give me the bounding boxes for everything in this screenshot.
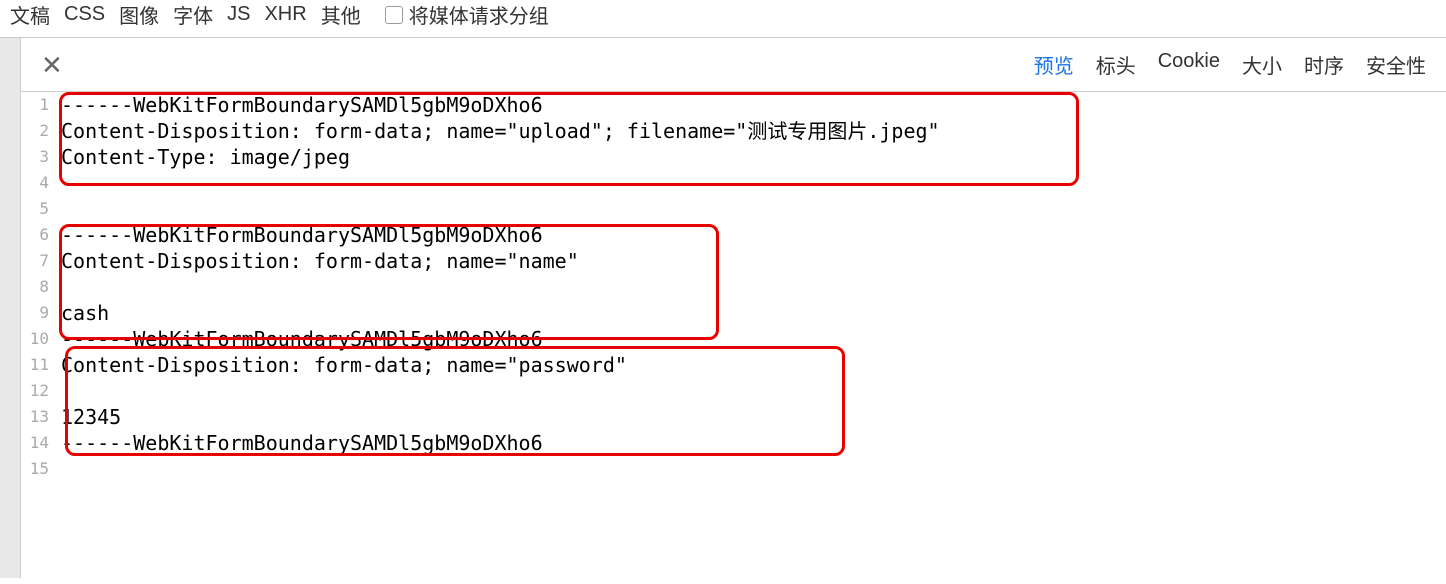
code-line: 3Content-Type: image/jpeg: [21, 144, 1446, 170]
filter-images[interactable]: 图像: [119, 0, 159, 29]
line-content: ------WebKitFormBoundarySAMDl5gbM9oDXho6: [61, 222, 1446, 248]
line-content: [61, 196, 1446, 222]
line-number: 14: [21, 430, 61, 456]
line-content: 12345: [61, 404, 1446, 430]
line-content: ------WebKitFormBoundarySAMDl5gbM9oDXho6: [61, 430, 1446, 456]
line-content: Content-Type: image/jpeg: [61, 144, 1446, 170]
line-number: 2: [21, 118, 61, 144]
code-line: 14------WebKitFormBoundarySAMDl5gbM9oDXh…: [21, 430, 1446, 456]
line-content: Content-Disposition: form-data; name="pa…: [61, 352, 1446, 378]
line-number: 15: [21, 456, 61, 482]
line-number: 1: [21, 92, 61, 118]
tab-preview[interactable]: 预览: [1034, 50, 1074, 79]
close-icon[interactable]: ✕: [41, 52, 63, 78]
filter-fonts[interactable]: 字体: [173, 0, 213, 29]
line-content: [61, 378, 1446, 404]
code-line: 1------WebKitFormBoundarySAMDl5gbM9oDXho…: [21, 92, 1446, 118]
detail-header: ✕ 预览 标头 Cookie 大小 时序 安全性: [21, 38, 1446, 92]
group-media-label: 将媒体请求分组: [409, 0, 549, 29]
code-line: 2Content-Disposition: form-data; name="u…: [21, 118, 1446, 144]
main-area: ✕ 预览 标头 Cookie 大小 时序 安全性 1------WebKitFo…: [0, 38, 1446, 578]
line-number: 11: [21, 352, 61, 378]
tab-cookie[interactable]: Cookie: [1158, 50, 1220, 79]
detail-panel: ✕ 预览 标头 Cookie 大小 时序 安全性 1------WebKitFo…: [20, 38, 1446, 578]
line-content: [61, 456, 1446, 482]
filter-xhr[interactable]: XHR: [264, 3, 306, 26]
code-line: 1312345: [21, 404, 1446, 430]
line-number: 9: [21, 300, 61, 326]
line-content: [61, 170, 1446, 196]
code-line: 5: [21, 196, 1446, 222]
filter-other[interactable]: 其他: [321, 0, 361, 29]
request-list-gutter[interactable]: [0, 38, 20, 578]
line-number: 7: [21, 248, 61, 274]
code-line: 4: [21, 170, 1446, 196]
group-media-checkbox[interactable]: 将媒体请求分组: [385, 0, 549, 29]
filter-documents[interactable]: 文稿: [10, 0, 50, 29]
line-content: [61, 274, 1446, 300]
line-number: 3: [21, 144, 61, 170]
line-number: 13: [21, 404, 61, 430]
line-content: ------WebKitFormBoundarySAMDl5gbM9oDXho6: [61, 92, 1446, 118]
code-line: 15: [21, 456, 1446, 482]
code-line: 11Content-Disposition: form-data; name="…: [21, 352, 1446, 378]
tab-headers[interactable]: 标头: [1096, 50, 1136, 79]
line-number: 8: [21, 274, 61, 300]
line-number: 5: [21, 196, 61, 222]
code-line: 8: [21, 274, 1446, 300]
filter-css[interactable]: CSS: [64, 3, 105, 26]
code-line: 10------WebKitFormBoundarySAMDl5gbM9oDXh…: [21, 326, 1446, 352]
line-number: 12: [21, 378, 61, 404]
code-line: 12: [21, 378, 1446, 404]
code-table: 1------WebKitFormBoundarySAMDl5gbM9oDXho…: [21, 92, 1446, 482]
line-content: ------WebKitFormBoundarySAMDl5gbM9oDXho6: [61, 326, 1446, 352]
line-number: 6: [21, 222, 61, 248]
line-number: 4: [21, 170, 61, 196]
line-content: cash: [61, 300, 1446, 326]
tab-size[interactable]: 大小: [1242, 50, 1282, 79]
checkbox-icon: [385, 6, 403, 24]
tab-security[interactable]: 安全性: [1366, 50, 1426, 79]
line-number: 10: [21, 326, 61, 352]
code-line: 6------WebKitFormBoundarySAMDl5gbM9oDXho…: [21, 222, 1446, 248]
filter-js[interactable]: JS: [227, 3, 250, 26]
detail-tabs: 预览 标头 Cookie 大小 时序 安全性: [1034, 50, 1426, 79]
code-line: 9cash: [21, 300, 1446, 326]
code-line: 7Content-Disposition: form-data; name="n…: [21, 248, 1446, 274]
line-content: Content-Disposition: form-data; name="na…: [61, 248, 1446, 274]
filter-bar: 文稿 CSS 图像 字体 JS XHR 其他 将媒体请求分组: [0, 0, 1446, 38]
line-content: Content-Disposition: form-data; name="up…: [61, 118, 1446, 144]
code-preview[interactable]: 1------WebKitFormBoundarySAMDl5gbM9oDXho…: [21, 92, 1446, 482]
tab-timing[interactable]: 时序: [1304, 50, 1344, 79]
